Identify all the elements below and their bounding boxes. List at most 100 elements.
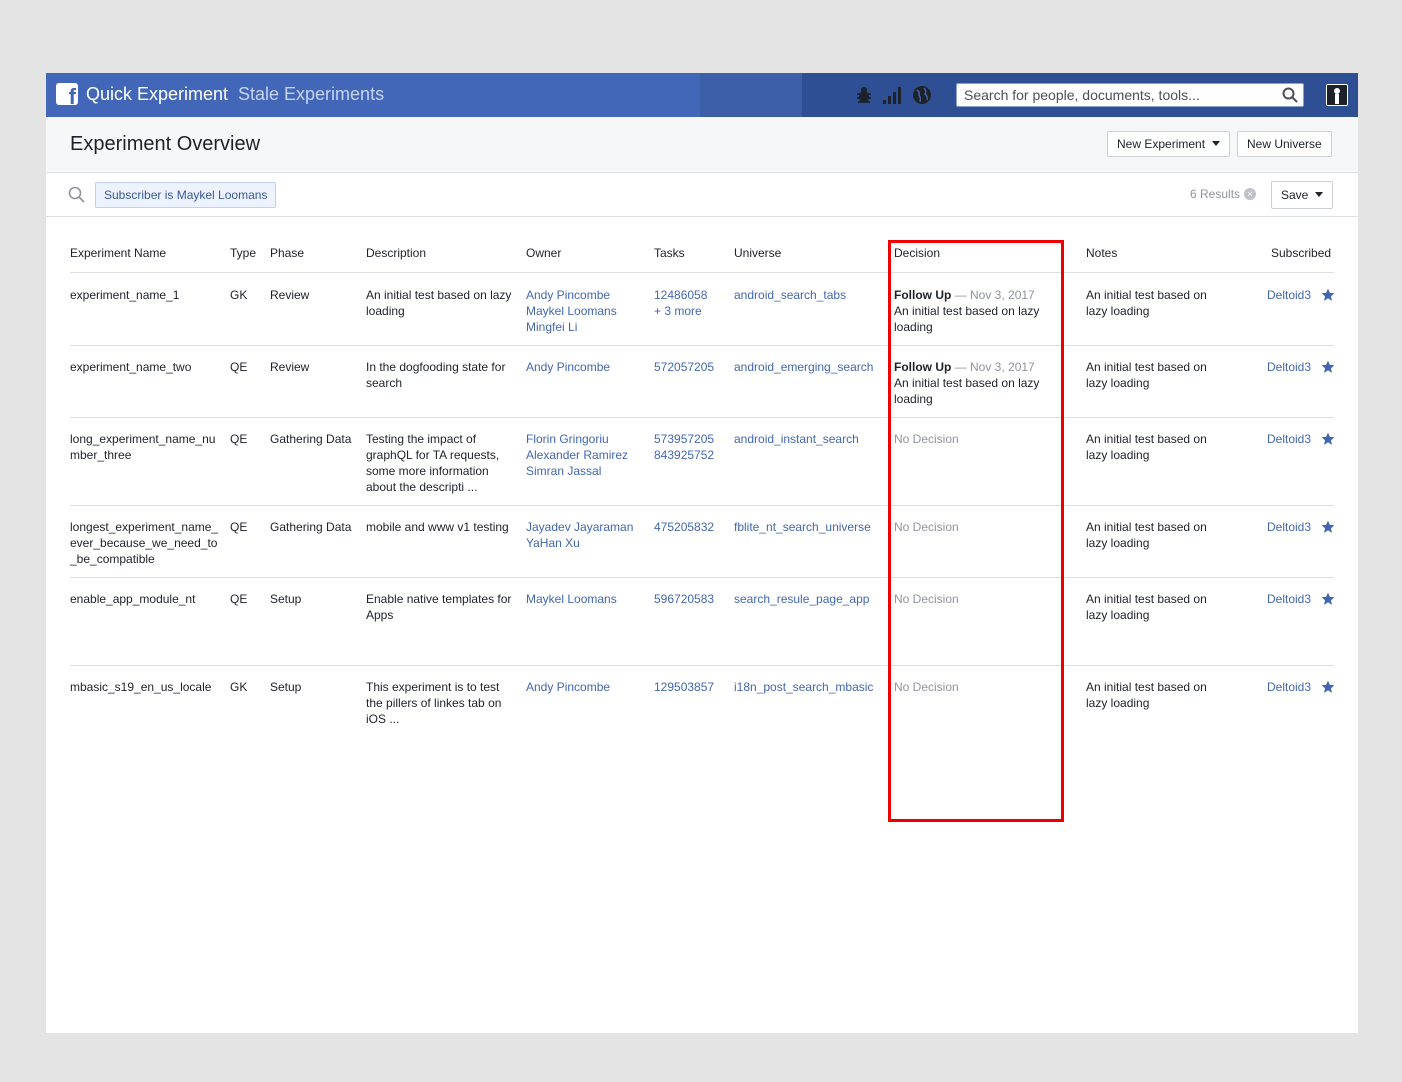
task-link[interactable]: 129503857	[654, 679, 714, 695]
save-button[interactable]: Save	[1271, 181, 1333, 209]
subscriber-link[interactable]: Deltoid3	[1267, 519, 1311, 535]
experiment-name-cell[interactable]: mbasic_s19_en_us_locale	[70, 679, 211, 695]
owner-cell: Florin Gringoriu Alexander Ramirez Simran …	[526, 431, 628, 479]
decision-cell[interactable]: Follow Up — Nov 3, 2017 An initial test b…	[894, 287, 1039, 335]
task-link[interactable]: 596720583	[654, 591, 714, 607]
filter-chip-value: Maykel Loomans	[176, 188, 268, 202]
avatar[interactable]	[1326, 84, 1348, 106]
column-header-tasks[interactable]: Tasks	[654, 246, 685, 260]
search-icon[interactable]	[68, 186, 86, 204]
task-link[interactable]: 475205832	[654, 519, 714, 535]
row-divider	[70, 505, 1334, 506]
star-icon[interactable]	[1321, 680, 1335, 694]
star-icon[interactable]	[1321, 288, 1335, 302]
experiment-name-cell[interactable]: longest_experiment_name_ ever_because_we_…	[70, 519, 218, 567]
subscriber-link[interactable]: Deltoid3	[1267, 679, 1311, 695]
notes-cell: An initial test based on lazy loading	[1086, 591, 1207, 623]
decision-cell[interactable]: No Decision	[894, 679, 959, 695]
column-header-subscribed[interactable]: Subscribed	[1271, 246, 1331, 260]
owner-link[interactable]: Alexander Ramirez	[526, 447, 628, 463]
notes-cell: An initial test based on lazy loading	[1086, 431, 1207, 463]
experiment-name-cell[interactable]: long_experiment_name_nu mber_three	[70, 431, 215, 463]
description-line: the pillers of linkes tab on	[366, 696, 502, 710]
global-search[interactable]	[956, 83, 1304, 107]
description-line: In the dogfooding state for	[366, 360, 506, 374]
chevron-down-icon	[1315, 192, 1324, 198]
owner-link[interactable]: Andy Pincombe	[526, 359, 610, 375]
column-header-universe[interactable]: Universe	[734, 246, 781, 260]
decision-note-line: loading	[894, 392, 933, 406]
type-cell: QE	[230, 520, 248, 534]
experiment-name-cell[interactable]: experiment_name_two	[70, 359, 191, 375]
universe-link[interactable]: android_search_tabs	[734, 287, 846, 303]
experiment-name-cell[interactable]: experiment_name_1	[70, 287, 179, 303]
phase-cell: Review	[270, 288, 310, 302]
decision-cell[interactable]: Follow Up — Nov 3, 2017 An initial test b…	[894, 359, 1039, 407]
subscriber-link[interactable]: Deltoid3	[1267, 287, 1311, 303]
universe-link[interactable]: search_resule_page_app	[734, 591, 869, 607]
owner-cell: Andy Pincombe	[526, 359, 610, 375]
star-icon[interactable]	[1321, 360, 1335, 374]
universe-link[interactable]: android_emerging_search	[734, 359, 873, 375]
star-icon[interactable]	[1321, 592, 1335, 606]
task-link[interactable]: 12486058	[654, 287, 707, 303]
owner-link[interactable]: YaHan Xu	[526, 535, 633, 551]
subscriber-link[interactable]: Deltoid3	[1267, 591, 1311, 607]
owner-link[interactable]: Andy Pincombe	[526, 287, 617, 303]
row-divider	[70, 665, 1334, 666]
owner-link[interactable]: Maykel Loomans	[526, 591, 617, 607]
column-header-notes[interactable]: Notes	[1086, 246, 1117, 260]
owner-link[interactable]: Simran Jassal	[526, 463, 628, 479]
clear-results-icon[interactable]: ×	[1244, 188, 1256, 200]
column-header-decision[interactable]: Decision	[894, 246, 940, 260]
search-icon[interactable]	[1282, 87, 1298, 103]
notes-line: An initial test based on	[1086, 592, 1207, 606]
universe-link[interactable]: fblite_nt_search_universe	[734, 519, 871, 535]
phase-cell: Setup	[270, 592, 302, 606]
owner-link[interactable]: Jayadev Jayaraman	[526, 519, 633, 535]
star-icon[interactable]	[1321, 520, 1335, 534]
column-header-owner[interactable]: Owner	[526, 246, 561, 260]
decision-cell[interactable]: No Decision	[894, 591, 959, 607]
decision-status: No Decision	[894, 592, 959, 606]
owner-link[interactable]: Maykel Loomans	[526, 303, 617, 319]
tasks-cell: 475205832	[654, 519, 714, 535]
subscriber-link[interactable]: Deltoid3	[1267, 359, 1311, 375]
task-link[interactable]: 843925752	[654, 447, 714, 463]
globe-icon[interactable]	[912, 85, 932, 105]
decision-note-line: loading	[894, 320, 933, 334]
notes-line: lazy loading	[1086, 376, 1150, 390]
decision-cell[interactable]: No Decision	[894, 431, 959, 447]
app-title[interactable]: Quick Experiment	[86, 84, 228, 105]
subscriber-link[interactable]: Deltoid3	[1267, 431, 1311, 447]
new-experiment-button[interactable]: New Experiment	[1107, 131, 1231, 157]
universe-link[interactable]: i18n_post_search_mbasic	[734, 679, 873, 695]
decision-status: Follow Up	[894, 360, 952, 374]
bug-icon[interactable]	[854, 85, 874, 105]
new-experiment-label: New Experiment	[1117, 137, 1206, 151]
star-icon[interactable]	[1321, 432, 1335, 446]
decision-cell[interactable]: No Decision	[894, 519, 959, 535]
owner-link[interactable]: Mingfei Li	[526, 319, 617, 335]
filter-chip[interactable]: Subscriber is Maykel Loomans	[95, 182, 277, 208]
task-link[interactable]: 573957205	[654, 431, 714, 447]
facebook-logo-icon[interactable]: f	[56, 83, 78, 105]
column-header-experiment-name[interactable]: Experiment Name	[70, 246, 166, 260]
task-link[interactable]: 572057205	[654, 359, 714, 375]
new-universe-button[interactable]: New Universe	[1237, 131, 1332, 157]
global-search-input[interactable]	[957, 84, 1267, 106]
description-line: about the descripti ...	[366, 480, 478, 494]
column-header-phase[interactable]: Phase	[270, 246, 304, 260]
column-header-type[interactable]: Type	[230, 246, 256, 260]
experiment-name-cell[interactable]: enable_app_module_nt	[70, 591, 195, 607]
owner-link[interactable]: Florin Gringoriu	[526, 431, 628, 447]
notes-line: lazy loading	[1086, 536, 1150, 550]
owner-link[interactable]: Andy Pincombe	[526, 679, 610, 695]
universe-link[interactable]: android_instant_search	[734, 431, 859, 447]
top-bar: f Quick Experiment Stale Experiments	[46, 73, 1358, 117]
signal-bars-icon[interactable]	[882, 85, 902, 105]
section-title[interactable]: Stale Experiments	[238, 84, 384, 105]
column-header-description[interactable]: Description	[366, 246, 426, 260]
task-link[interactable]: + 3 more	[654, 303, 707, 319]
notes-line: lazy loading	[1086, 448, 1150, 462]
